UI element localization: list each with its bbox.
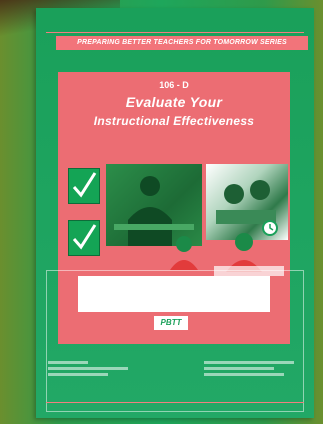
checkmark-icon [68, 168, 100, 204]
developer-logo-block [48, 358, 138, 388]
checkmark-icon [68, 220, 100, 256]
distributor-block [204, 358, 304, 388]
module-code: 106 - D [159, 80, 189, 90]
title-line-2: Instructional Effectiveness [93, 114, 255, 128]
transparent-overlay [46, 270, 304, 412]
top-rule [46, 32, 304, 33]
document-page: PREPARING BETTER TEACHERS FOR TOMORROW S… [0, 0, 323, 424]
bottom-rule [46, 402, 304, 403]
series-title: PREPARING BETTER TEACHERS FOR TOMORROW S… [56, 36, 308, 50]
title-line-1: Evaluate Your [125, 94, 223, 110]
booklet-cover: PREPARING BETTER TEACHERS FOR TOMORROW S… [36, 8, 314, 418]
classroom-photo [206, 164, 288, 240]
